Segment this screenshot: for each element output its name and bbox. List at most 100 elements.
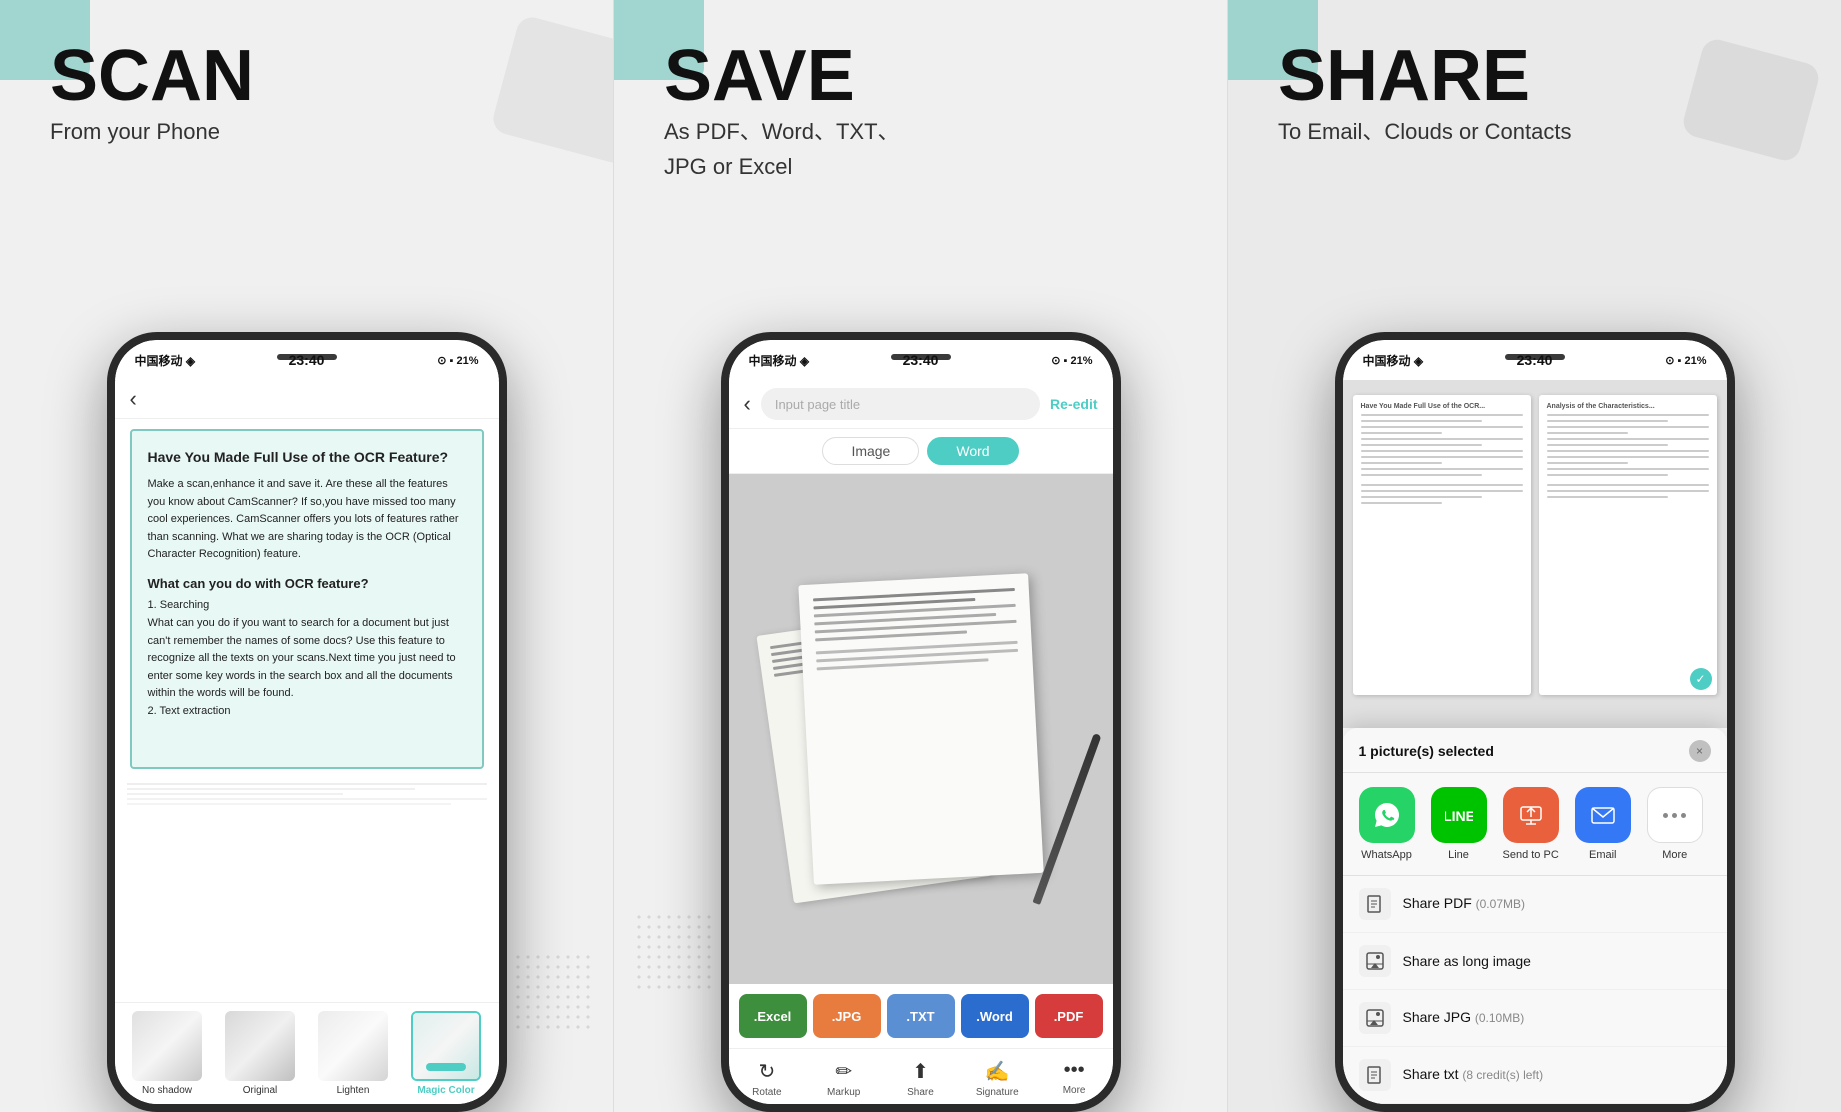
toolbar-signature-label: Signature xyxy=(976,1087,1019,1098)
share-app-sendtopc[interactable]: Send to PC xyxy=(1503,787,1559,861)
scan-subtitle: From your Phone xyxy=(50,118,613,147)
more-icon: ••• xyxy=(1064,1059,1085,1082)
share-heading-block: SHARE To Email、Clouds or Contacts xyxy=(1228,40,1841,147)
share-pdf-sub: (0.07MB) xyxy=(1476,897,1525,911)
share-app-line[interactable]: LINE Line xyxy=(1431,787,1487,861)
save-tabs: Image Word xyxy=(729,429,1113,474)
share-option-pdf[interactable]: Share PDF (0.07MB) xyxy=(1343,876,1727,933)
scan-doc-area: Have You Made Full Use of the OCR Featur… xyxy=(130,429,484,769)
filter-thumb-magic xyxy=(411,1011,481,1081)
save-page-main xyxy=(798,573,1043,885)
share-txt-icon xyxy=(1359,1059,1391,1091)
share-pdf-text-wrapper: Share PDF (0.07MB) xyxy=(1403,895,1526,913)
save-pen xyxy=(1032,733,1101,905)
save-status-bar: 中国移动 ◈ 23:40 ⊙ ▪ 21% xyxy=(729,340,1113,380)
scan-phone-frame: 中国移动 ◈ 23:40 ⊙ ▪ 21% ‹ Have You Made Ful… xyxy=(107,332,507,1112)
share-app-email[interactable]: Email xyxy=(1575,787,1631,861)
scan-doc-fade xyxy=(115,779,499,849)
share-page-left: Have You Made Full Use of the OCR... xyxy=(1353,395,1531,695)
format-excel[interactable]: .Excel xyxy=(739,994,807,1038)
share-options-list: Share PDF (0.07MB) xyxy=(1343,876,1727,1104)
scan-doc-body4: 2. Text extraction xyxy=(148,703,466,721)
save-phone-screen: 中国移动 ◈ 23:40 ⊙ ▪ 21% ‹ Input page title … xyxy=(729,340,1113,1104)
save-bottom-toolbar: ↻ Rotate ✏ Markup ⬆ Share ✍ Signature xyxy=(729,1048,1113,1104)
share-app-more[interactable]: More xyxy=(1647,787,1703,861)
share-option-longimage[interactable]: Share as long image xyxy=(1343,933,1727,990)
filter-lighten[interactable]: Lighten xyxy=(311,1011,396,1096)
filter-label-original: Original xyxy=(243,1085,277,1096)
share-page-right: Analysis of the Characteristics... xyxy=(1539,395,1717,695)
whatsapp-icon xyxy=(1359,787,1415,843)
save-topbar: ‹ Input page title Re-edit xyxy=(729,380,1113,429)
toolbar-rotate[interactable]: ↻ Rotate xyxy=(729,1059,806,1098)
toolbar-share-label: Share xyxy=(907,1087,934,1098)
share-option-jpg[interactable]: Share JPG (0.10MB) xyxy=(1343,990,1727,1047)
save-time: 23:40 xyxy=(903,352,939,368)
save-status-left: 中国移动 ◈ xyxy=(749,352,810,369)
scan-navbar: ‹ xyxy=(115,380,499,419)
toolbar-more[interactable]: ••• More xyxy=(1036,1059,1113,1098)
scan-doc-section1: What can you do with OCR feature? xyxy=(148,574,466,594)
format-pdf[interactable]: .PDF xyxy=(1035,994,1103,1038)
scan-back-icon[interactable]: ‹ xyxy=(130,386,137,412)
signature-icon: ✍ xyxy=(985,1059,1010,1084)
toolbar-more-label: More xyxy=(1063,1085,1086,1096)
scan-phone-wrapper: 中国移动 ◈ 23:40 ⊙ ▪ 21% ‹ Have You Made Ful… xyxy=(107,332,507,1112)
share-txt-text: Share txt xyxy=(1403,1066,1463,1082)
scan-doc-body3: What can you do if you want to search fo… xyxy=(148,615,466,703)
scan-content: Have You Made Full Use of the OCR Featur… xyxy=(115,419,499,1104)
toolbar-signature[interactable]: ✍ Signature xyxy=(959,1059,1036,1098)
share-option-txt[interactable]: Share txt (8 credit(s) left) xyxy=(1343,1047,1727,1104)
share-panel: SHARE To Email、Clouds or Contacts 中国移动 ◈… xyxy=(1228,0,1841,1112)
share-close-btn[interactable]: × xyxy=(1689,740,1711,762)
format-word[interactable]: .Word xyxy=(961,994,1029,1038)
share-txt-sub: (8 credit(s) left) xyxy=(1462,1068,1543,1082)
share-sheet: 1 picture(s) selected × Wha xyxy=(1343,728,1727,1104)
sendtopc-label: Send to PC xyxy=(1503,849,1559,861)
save-title-input[interactable]: Input page title xyxy=(761,388,1040,420)
format-jpg[interactable]: .JPG xyxy=(813,994,881,1038)
toolbar-markup-label: Markup xyxy=(827,1087,860,1098)
email-icon xyxy=(1575,787,1631,843)
share-jpg-sub: (0.10MB) xyxy=(1475,1011,1524,1025)
save-panel: SAVE As PDF、Word、TXT、 JPG or Excel 中国移动 … xyxy=(614,0,1227,1112)
share-pdf-icon xyxy=(1359,888,1391,920)
save-back-btn[interactable]: ‹ xyxy=(744,391,751,417)
scan-doc-body1: Make a scan,enhance it and save it. Are … xyxy=(148,476,466,564)
save-status-right: ⊙ ▪ 21% xyxy=(1051,354,1092,367)
filter-thumb-original xyxy=(225,1011,295,1081)
filter-label-no-shadow: No shadow xyxy=(142,1085,192,1096)
scan-phone-screen: 中国移动 ◈ 23:40 ⊙ ▪ 21% ‹ Have You Made Ful… xyxy=(115,340,499,1104)
save-reedit-btn[interactable]: Re-edit xyxy=(1050,396,1097,412)
share-phone-frame: 中国移动 ◈ 23:40 ⊙ ▪ 21% Have You Made Full … xyxy=(1335,332,1735,1112)
share-longimage-text: Share as long image xyxy=(1403,953,1531,969)
share-sheet-header: 1 picture(s) selected × xyxy=(1343,740,1727,773)
save-phone-wrapper: 中国移动 ◈ 23:40 ⊙ ▪ 21% ‹ Input page title … xyxy=(721,332,1121,1112)
filter-magic-color[interactable]: Magic Color xyxy=(404,1011,489,1096)
share-phone-screen: 中国移动 ◈ 23:40 ⊙ ▪ 21% Have You Made Full … xyxy=(1343,340,1727,1104)
save-tab-word[interactable]: Word xyxy=(927,437,1018,465)
markup-icon: ✏ xyxy=(835,1059,852,1084)
share-txt-text-wrapper: Share txt (8 credit(s) left) xyxy=(1403,1066,1544,1084)
filter-thumb-inner3 xyxy=(318,1011,388,1081)
scan-doc-title: Have You Made Full Use of the OCR Featur… xyxy=(148,447,466,468)
save-deco-dots xyxy=(634,912,714,992)
format-txt[interactable]: .TXT xyxy=(887,994,955,1038)
filter-no-shadow[interactable]: No shadow xyxy=(125,1011,210,1096)
toolbar-markup[interactable]: ✏ Markup xyxy=(805,1059,882,1098)
line-icon: LINE xyxy=(1431,787,1487,843)
save-title: SAVE xyxy=(664,40,1227,112)
share-doc-preview: Have You Made Full Use of the OCR... xyxy=(1343,380,1727,728)
sendtopc-icon xyxy=(1503,787,1559,843)
share-status-bar: 中国移动 ◈ 23:40 ⊙ ▪ 21% xyxy=(1343,340,1727,380)
toolbar-share[interactable]: ⬆ Share xyxy=(882,1059,959,1098)
more-apps-label: More xyxy=(1662,849,1687,861)
save-heading-block: SAVE As PDF、Word、TXT、 JPG or Excel xyxy=(614,40,1227,181)
share-app-whatsapp[interactable]: WhatsApp xyxy=(1359,787,1415,861)
format-pills: .Excel .JPG .TXT .Word .PDF xyxy=(729,984,1113,1048)
filter-original[interactable]: Original xyxy=(218,1011,303,1096)
close-icon: × xyxy=(1696,744,1703,758)
save-tab-image[interactable]: Image xyxy=(822,437,919,465)
save-doc-preview xyxy=(729,474,1113,984)
share-pdf-text: Share PDF xyxy=(1403,895,1476,911)
